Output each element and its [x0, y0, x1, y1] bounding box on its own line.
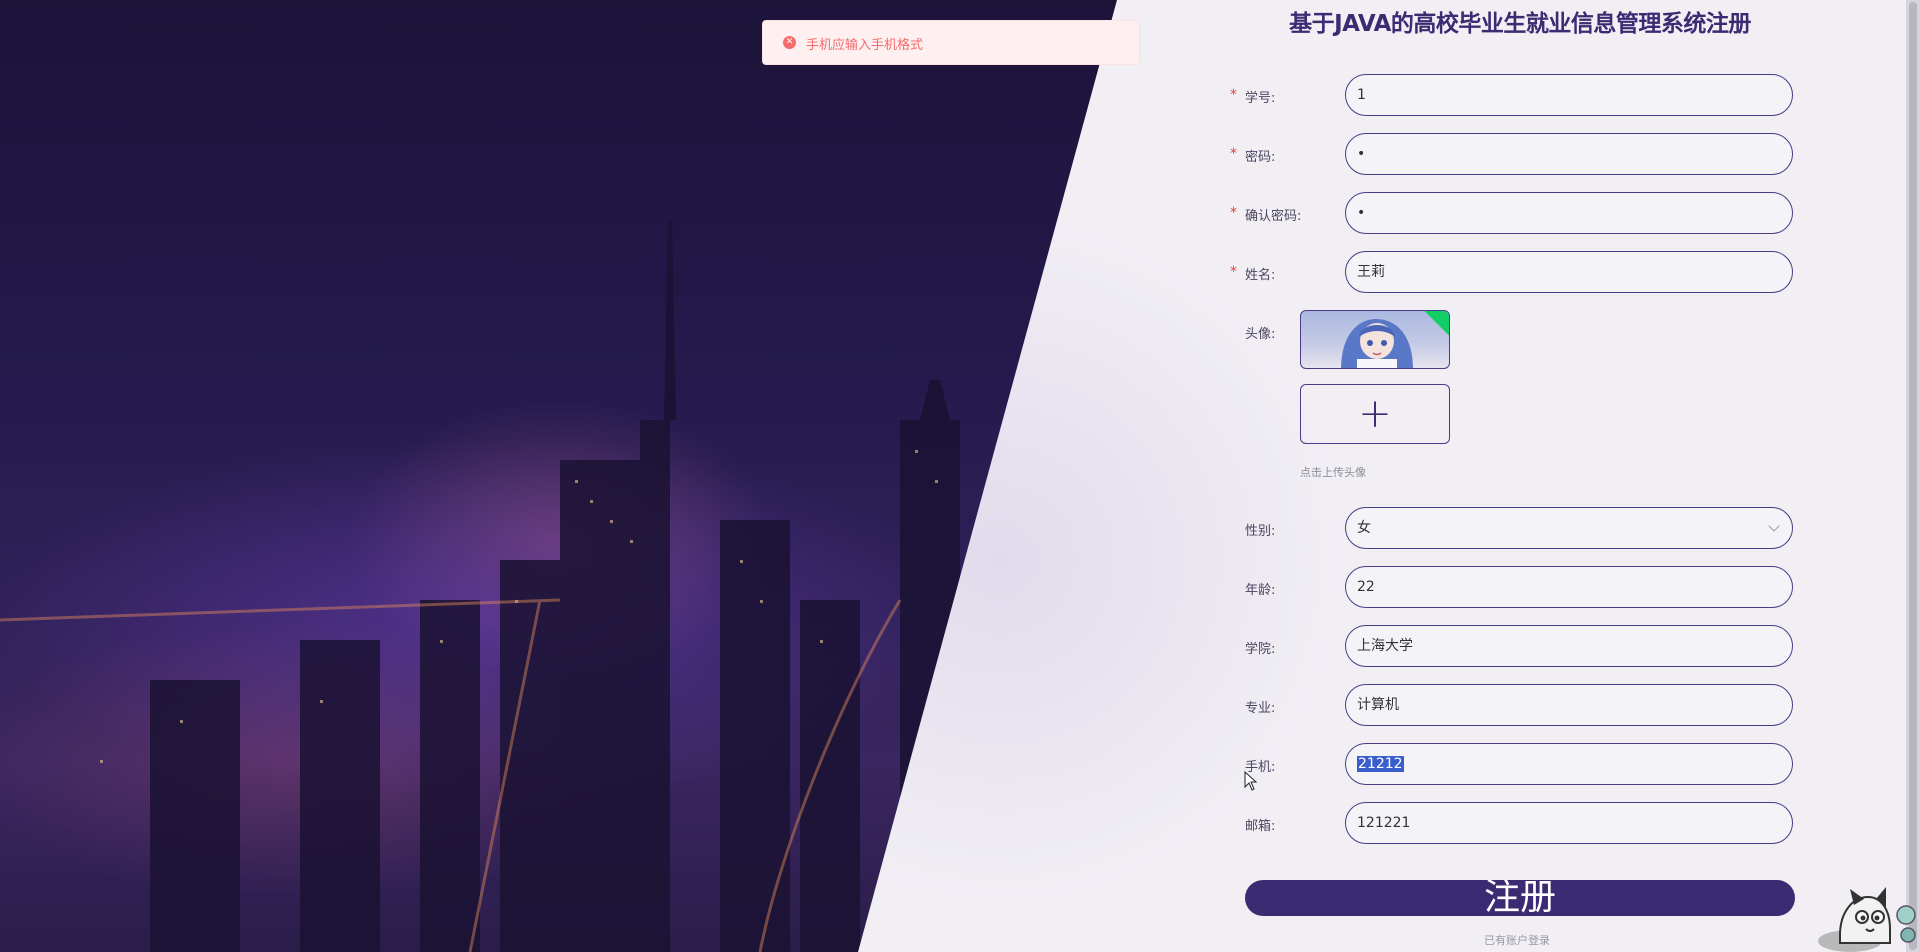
- avatar-upload-button[interactable]: +: [1300, 384, 1450, 444]
- phone-input[interactable]: 21212: [1345, 743, 1793, 785]
- email-row: 邮箱: 121221: [1230, 802, 1796, 846]
- major-input[interactable]: 计算机: [1345, 684, 1793, 726]
- major-label: 专业:: [1245, 701, 1276, 716]
- avatar-label: 头像:: [1245, 327, 1276, 342]
- confirm-password-label: 确认密码:: [1245, 209, 1302, 224]
- name-row: * 姓名: 王莉: [1230, 251, 1796, 295]
- avatar-preview-image[interactable]: [1300, 310, 1450, 369]
- cat-mascot-icon: [1818, 887, 1916, 952]
- avatar-upload-tip: 点击上传头像: [1300, 466, 1366, 479]
- vertical-scrollbar[interactable]: [1906, 0, 1920, 952]
- gender-row: 性别: 女: [1230, 507, 1796, 551]
- required-mark: *: [1230, 264, 1237, 280]
- mouse-cursor-icon: [1244, 771, 1258, 791]
- age-label: 年龄:: [1245, 583, 1276, 598]
- phone-row: 手机: 21212: [1230, 743, 1796, 787]
- required-mark: *: [1230, 205, 1237, 221]
- password-label: 密码:: [1245, 150, 1276, 165]
- toast-message: 手机应输入手机格式: [806, 38, 924, 53]
- required-mark: *: [1230, 146, 1237, 162]
- plus-icon: +: [1358, 391, 1392, 437]
- major-row: 专业: 计算机: [1230, 684, 1796, 728]
- confirm-password-row: * 确认密码: •: [1230, 192, 1796, 236]
- name-label: 姓名:: [1245, 268, 1276, 283]
- chevron-down-icon: [1768, 520, 1780, 532]
- error-toast: ✕ 手机应输入手机格式: [762, 20, 1140, 65]
- gender-select[interactable]: 女: [1345, 507, 1793, 549]
- page-title: 基于JAVA的高校毕业生就业信息管理系统注册: [1289, 11, 1751, 37]
- scrollbar-thumb[interactable]: [1909, 2, 1917, 950]
- college-label: 学院:: [1245, 642, 1276, 657]
- gender-label: 性别:: [1245, 524, 1276, 539]
- password-row: * 密码: •: [1230, 133, 1796, 177]
- age-input[interactable]: 22: [1345, 566, 1793, 608]
- name-input[interactable]: 王莉: [1345, 251, 1793, 293]
- email-input[interactable]: 121221: [1345, 802, 1793, 844]
- login-link[interactable]: 已有账户登录: [1484, 932, 1550, 948]
- college-row: 学院: 上海大学: [1230, 625, 1796, 669]
- password-input[interactable]: •: [1345, 133, 1793, 175]
- register-button[interactable]: 注册: [1245, 880, 1795, 916]
- college-input[interactable]: 上海大学: [1345, 625, 1793, 667]
- student-id-label: 学号:: [1245, 91, 1276, 106]
- age-row: 年龄: 22: [1230, 566, 1796, 610]
- error-circle-icon: ✕: [783, 36, 796, 49]
- required-mark: *: [1230, 87, 1237, 103]
- confirm-password-input[interactable]: •: [1345, 192, 1793, 234]
- student-id-input[interactable]: 1: [1345, 74, 1793, 116]
- phone-selected-text: 21212: [1357, 756, 1404, 772]
- gender-selected-value: 女: [1357, 520, 1371, 536]
- email-label: 邮箱:: [1245, 819, 1276, 834]
- student-id-row: * 学号: 1: [1230, 74, 1796, 118]
- anime-avatar-picture: [1341, 319, 1413, 368]
